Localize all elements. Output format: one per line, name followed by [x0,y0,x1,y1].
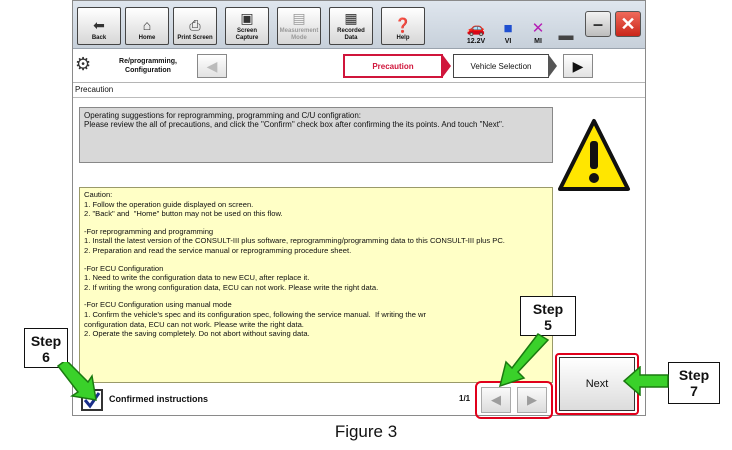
home-button[interactable]: ⌂ Home [125,7,169,45]
camera-icon: ▣ [240,10,254,26]
breadcrumb: ⚙ Re/programming, Configuration ◀ Precau… [73,49,645,83]
divider [73,97,645,98]
caution-box: Caution: 1. Follow the operation guide d… [79,187,553,383]
step-6-arrow-icon [56,362,97,401]
caution-general-1: 1. Follow the operation guide displayed … [84,199,254,209]
minimize-icon: – [592,13,603,34]
vi-status: ■ VI [503,20,513,45]
figure-caption: Figure 3 [334,422,398,441]
page-indicator: 1/1 [459,394,471,403]
caution-ecu-title: -For ECU Configuration [84,263,164,273]
warning-icon [558,119,630,191]
operating-suggestions-box: Operating suggestions for reprogramming,… [79,107,553,163]
battery-icon: ▬ [558,27,574,44]
caution-manual-title: -For ECU Configuration using manual mode [84,300,232,310]
chevron-left-icon: ◀ [491,392,501,407]
help-button[interactable]: ❓ Help [381,7,425,45]
step-7-arrow-icon [622,366,669,396]
recorded-data-icon: ▦ [344,10,358,26]
car-icon: 🚗 [466,20,486,37]
screen-capture-button[interactable]: ▣ Screen Capture [225,7,269,45]
chevron-right-icon: ▶ [572,57,584,74]
step-7-callout: Step 7 [668,362,720,404]
caution-manual-1: 1. Confirm the vehicle's spec and its co… [84,309,427,319]
caution-reprog-2: 2. Preparation and read the service manu… [84,245,352,255]
battery-indicator: ▬ [551,9,581,45]
caution-manual-3: 2. Operate the saving completely. Do not… [84,329,310,339]
mi-disconnected-icon: ✕ [531,20,545,37]
caution-reprog-1: 1. Install the latest version of the CON… [84,236,505,246]
consult-window: ⬅ Back ⌂ Home ⎙ Print Screen ▣ Screen Ca… [72,0,646,419]
measurement-mode-button[interactable]: ▤ Measurement Mode [277,7,321,45]
caution-general-2: 2. "Back" and "Home" button may not be u… [84,209,283,219]
recorded-data-button[interactable]: ▦ Recorded Data [329,7,373,45]
home-icon: ⌂ [142,17,152,33]
chevron-right-icon: ▶ [527,392,537,407]
step-5-callout: Step 5 [520,296,576,336]
mi-status: ✕ MI [531,20,545,45]
caution-ecu-2: 2. If writing the wrong configuration da… [84,282,379,292]
step-5-arrow-icon [498,333,550,388]
caution-reprog-title: -For reprogramming and programming [84,226,214,236]
breadcrumb-step-precaution: Precaution [343,54,443,78]
vi-connector-icon: ■ [503,20,513,37]
info-text: Operating suggestions for reprogramming,… [84,111,505,129]
mode-label: Re/programming, Configuration [119,58,177,74]
help-icon: ❓ [394,17,412,33]
print-screen-button[interactable]: ⎙ Print Screen [173,7,217,45]
back-arrow-icon: ⬅ [93,17,105,33]
top-toolbar: ⬅ Back ⌂ Home ⎙ Print Screen ▣ Screen Ca… [73,1,645,49]
chevron-left-icon: ◀ [206,57,218,74]
section-title: Precaution [75,85,114,94]
battery-status: 🚗 12.2V [466,20,486,45]
breadcrumb-back-button[interactable]: ◀ [197,54,227,78]
caution-title: Caution: [84,190,113,199]
breadcrumb-active-tip [442,54,451,78]
breadcrumb-next-tip [548,54,557,78]
close-button[interactable]: ✕ [615,11,641,37]
caution-manual-2: configuration data, ECU can not work. Pl… [84,319,304,329]
close-icon: ✕ [620,13,636,34]
confirm-label: Confirmed instructions [109,394,209,404]
reprogramming-mode-icon: ⚙ [75,54,92,74]
breadcrumb-step-vehicle-selection: Vehicle Selection [453,54,549,78]
breadcrumb-forward-button[interactable]: ▶ [563,54,593,78]
printer-icon: ⎙ [189,17,201,33]
back-button[interactable]: ⬅ Back [77,7,121,45]
caution-ecu-1: 1. Need to write the configuration data … [84,273,310,283]
meter-icon: ▤ [292,10,306,26]
minimize-button[interactable]: – [585,11,611,37]
